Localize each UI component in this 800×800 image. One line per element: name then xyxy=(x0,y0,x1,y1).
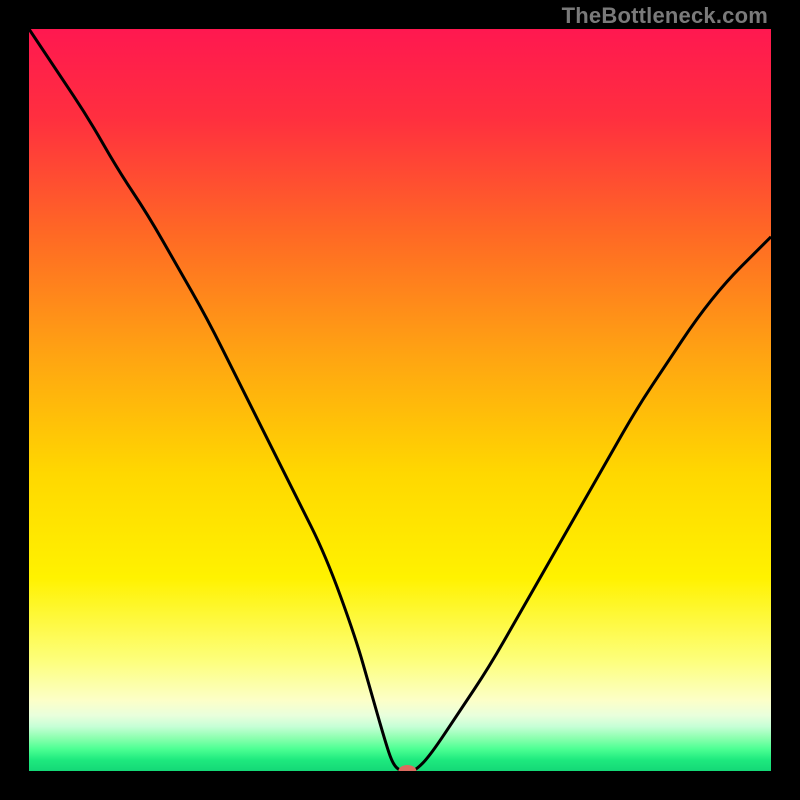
watermark-text: TheBottleneck.com xyxy=(562,3,768,29)
chart-svg xyxy=(29,29,771,771)
plot-area xyxy=(29,29,771,771)
chart-frame: TheBottleneck.com xyxy=(0,0,800,800)
chart-background xyxy=(29,29,771,771)
